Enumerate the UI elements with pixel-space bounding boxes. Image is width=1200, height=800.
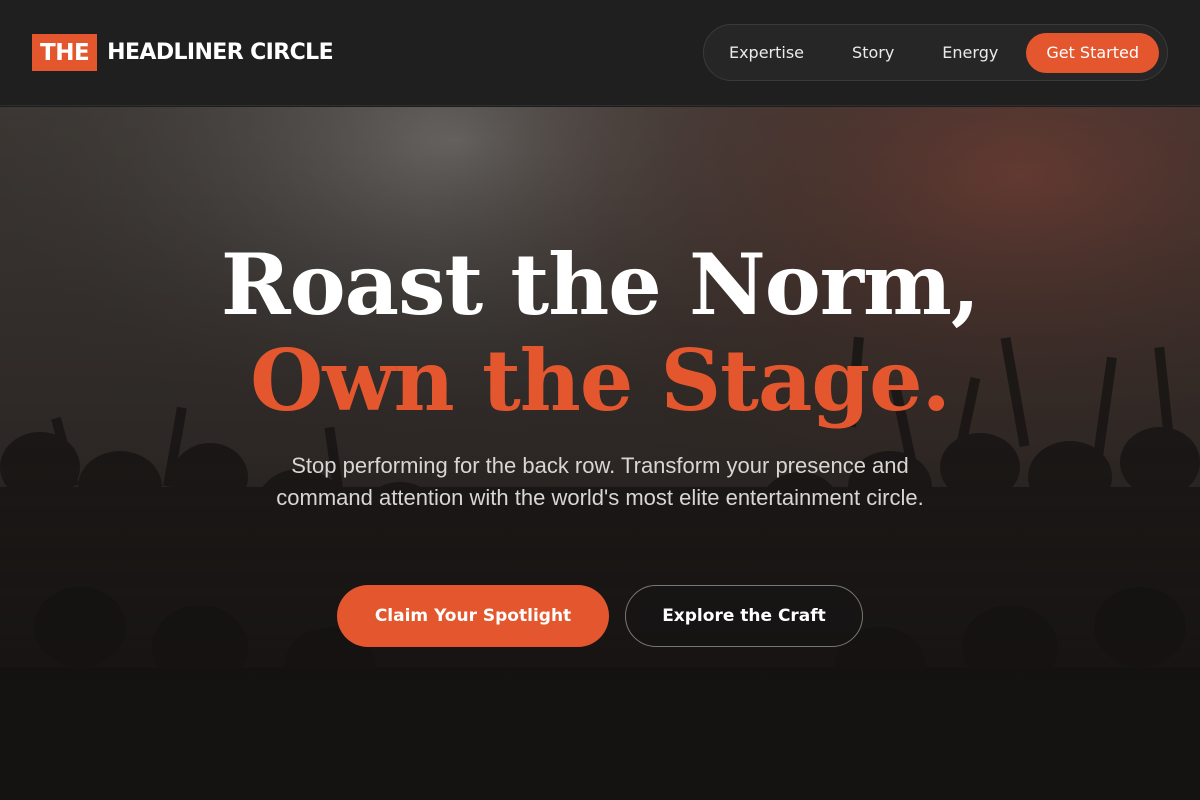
hero-content: Roast the Norm, Own the Stage. Stop perf… — [0, 107, 1200, 800]
nav-link-expertise[interactable]: Expertise — [705, 43, 828, 62]
claim-spotlight-button[interactable]: Claim Your Spotlight — [337, 585, 609, 647]
hero-section: Roast the Norm, Own the Stage. Stop perf… — [0, 107, 1200, 800]
main-nav: Expertise Story Energy Get Started — [703, 24, 1168, 81]
headline-line-2: Own the Stage. — [250, 331, 951, 430]
headline-line-1: Roast the Norm, — [220, 235, 980, 334]
hero-headline: Roast the Norm, Own the Stage. — [0, 237, 1200, 429]
nav-link-story[interactable]: Story — [828, 43, 918, 62]
brand-logo[interactable]: THE HEADLINER CIRCLE — [32, 34, 334, 71]
logo-text: HEADLINER CIRCLE — [107, 40, 333, 65]
site-header: THE HEADLINER CIRCLE Expertise Story Ene… — [0, 0, 1200, 106]
hero-subtitle: Stop performing for the back row. Transf… — [276, 453, 924, 510]
nav-link-energy[interactable]: Energy — [918, 43, 1022, 62]
get-started-button[interactable]: Get Started — [1026, 32, 1159, 73]
explore-craft-button[interactable]: Explore the Craft — [625, 585, 863, 647]
logo-box: THE — [32, 34, 98, 71]
